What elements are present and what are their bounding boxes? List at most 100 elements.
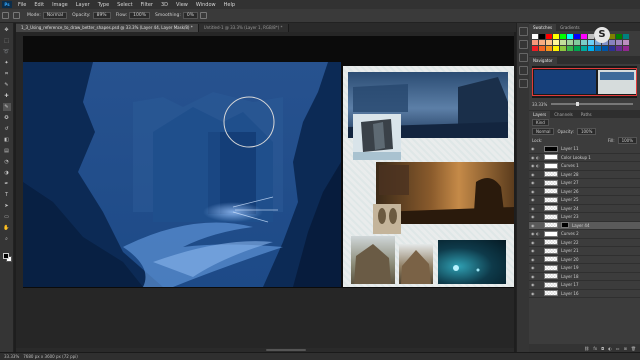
tab-swatches[interactable]: Swatches	[529, 24, 557, 31]
hand-icon[interactable]: ✋	[3, 224, 11, 232]
visibility-eye-icon[interactable]: ◉	[531, 180, 536, 185]
color-swatch[interactable]	[560, 40, 566, 45]
shape-icon[interactable]: ▭	[3, 213, 11, 221]
layer-mask-thumbnail[interactable]	[561, 222, 569, 229]
color-swatch[interactable]	[532, 46, 538, 51]
smoothing-field[interactable]: 0%	[182, 12, 198, 19]
adjustments-icon[interactable]	[518, 66, 528, 75]
color-swatch[interactable]	[553, 46, 559, 51]
eyedropper-icon[interactable]: ✎	[3, 81, 11, 89]
color-swatch[interactable]	[602, 46, 608, 51]
color-swatch[interactable]	[560, 46, 566, 51]
layer-row[interactable]: ◉ Layer 24	[529, 205, 640, 213]
color-swatch[interactable]	[560, 34, 566, 39]
color-swatch[interactable]	[581, 46, 587, 51]
marquee-icon[interactable]: ⬚	[3, 37, 11, 45]
color-swatch[interactable]	[623, 40, 629, 45]
menu-filter[interactable]: Filter	[137, 2, 157, 8]
blend-mode-select[interactable]: Normal	[532, 128, 555, 135]
color-swatch[interactable]	[539, 34, 545, 39]
brush-icon[interactable]: ✎	[2, 103, 11, 111]
tab-paths[interactable]: Paths	[577, 111, 596, 118]
healing-icon[interactable]: ✚	[3, 92, 11, 100]
eraser-icon[interactable]: ◧	[3, 136, 11, 144]
menu-edit[interactable]: Edit	[30, 2, 48, 8]
layer-opacity-field[interactable]: 100%	[576, 128, 597, 135]
add-mask-icon[interactable]: ◘	[601, 346, 604, 351]
tab-channels[interactable]: Channels	[550, 111, 577, 118]
history-icon[interactable]	[518, 27, 528, 36]
layer-row[interactable]: ◉ Layer 23	[529, 213, 640, 222]
blur-icon[interactable]: ◔	[3, 158, 11, 166]
color-swatch[interactable]	[595, 46, 601, 51]
path-select-icon[interactable]: ➤	[3, 202, 11, 210]
zoom-icon[interactable]: ⌕	[3, 235, 11, 243]
color-swatch[interactable]	[539, 46, 545, 51]
foreground-color-swatch[interactable]	[3, 253, 9, 259]
visibility-eye-icon[interactable]: ◉	[531, 291, 536, 296]
new-group-icon[interactable]: ▭	[616, 346, 620, 351]
fx-icon[interactable]: fx	[593, 346, 597, 351]
color-swatch[interactable]	[539, 40, 545, 45]
color-swatch[interactable]	[588, 40, 594, 45]
wand-icon[interactable]: ✦	[3, 59, 11, 67]
layer-row[interactable]: ◉ ◐ Curves 2	[529, 230, 640, 239]
color-swatch[interactable]	[616, 40, 622, 45]
color-swatch[interactable]	[623, 46, 629, 51]
layer-row[interactable]: ◉ Layer 21	[529, 247, 640, 256]
reference-image-2[interactable]	[353, 114, 401, 160]
navigator-zoom-slider[interactable]	[551, 102, 633, 106]
reference-image-6[interactable]	[399, 244, 433, 284]
visibility-eye-icon[interactable]: ◉	[531, 197, 536, 202]
layer-row[interactable]: ◉ Layer 25	[529, 196, 640, 205]
menu-layer[interactable]: Layer	[72, 2, 94, 8]
layer-row[interactable]: ◉ ◐ Color Lookup 1	[529, 154, 640, 162]
menu-image[interactable]: Image	[48, 2, 72, 8]
new-layer-icon[interactable]: ⊞	[624, 346, 627, 351]
status-zoom[interactable]: 33.33%	[4, 353, 19, 360]
color-swatch[interactable]	[546, 34, 552, 39]
color-swatch[interactable]	[567, 40, 573, 45]
menu-select[interactable]: Select	[113, 2, 136, 8]
navigator-zoom-value[interactable]: 33.33%	[532, 102, 547, 107]
canvas-area[interactable]	[16, 32, 514, 348]
color-swatch[interactable]	[532, 34, 538, 39]
layer-row[interactable]: ◉ ◐ Curves 1	[529, 162, 640, 171]
color-swatch[interactable]	[532, 40, 538, 45]
layer-row[interactable]: ◉ Layer 20	[529, 256, 640, 264]
layer-row[interactable]: ◉ Layer 17	[529, 281, 640, 290]
layer-row[interactable]: ◉ Layer 22	[529, 239, 640, 247]
trash-icon[interactable]: 🗑	[631, 346, 636, 351]
layer-row[interactable]: ◉ Layer 18	[529, 273, 640, 281]
link-layers-icon[interactable]: ⛓	[584, 346, 589, 351]
layer-row[interactable]: ◉ Layer 26	[529, 188, 640, 196]
menu-type[interactable]: Type	[94, 2, 113, 8]
layer-row[interactable]: ◉ Layer 27	[529, 179, 640, 188]
menu-window[interactable]: Window	[192, 2, 220, 8]
home-icon[interactable]	[2, 12, 9, 19]
color-swatch[interactable]	[567, 46, 573, 51]
reference-image-5[interactable]	[351, 236, 395, 284]
color-swatch[interactable]	[588, 46, 594, 51]
tab-layers[interactable]: Layers	[529, 111, 551, 118]
brush-preset-icon[interactable]	[13, 12, 20, 19]
reference-image-7[interactable]	[438, 240, 506, 284]
color-swatch[interactable]	[574, 34, 580, 39]
visibility-eye-icon[interactable]: ◉	[531, 189, 536, 194]
gradient-icon[interactable]: ▤	[3, 147, 11, 155]
layer-row[interactable]: ◉ Layer 28	[529, 171, 640, 179]
menu-3d[interactable]: 3D	[157, 2, 172, 8]
tab-untitled-document[interactable]: Untitled-1 @ 33.3% (Layer 1, RGB/8*) *	[198, 24, 289, 32]
menu-view[interactable]: View	[172, 2, 192, 8]
character-icon[interactable]	[518, 79, 528, 88]
color-swatch[interactable]	[546, 46, 552, 51]
type-icon[interactable]: T	[3, 191, 11, 199]
visibility-eye-icon[interactable]: ◉	[531, 257, 536, 262]
layer-kind-filter[interactable]: Kind	[532, 119, 549, 126]
color-swatch[interactable]	[546, 40, 552, 45]
visibility-eye-icon[interactable]: ◉	[531, 248, 536, 253]
flow-field[interactable]: 100%	[129, 12, 151, 19]
reference-board[interactable]	[343, 66, 514, 287]
crop-icon[interactable]: ⌗	[3, 70, 11, 78]
brush-settings-icon[interactable]	[518, 53, 528, 62]
